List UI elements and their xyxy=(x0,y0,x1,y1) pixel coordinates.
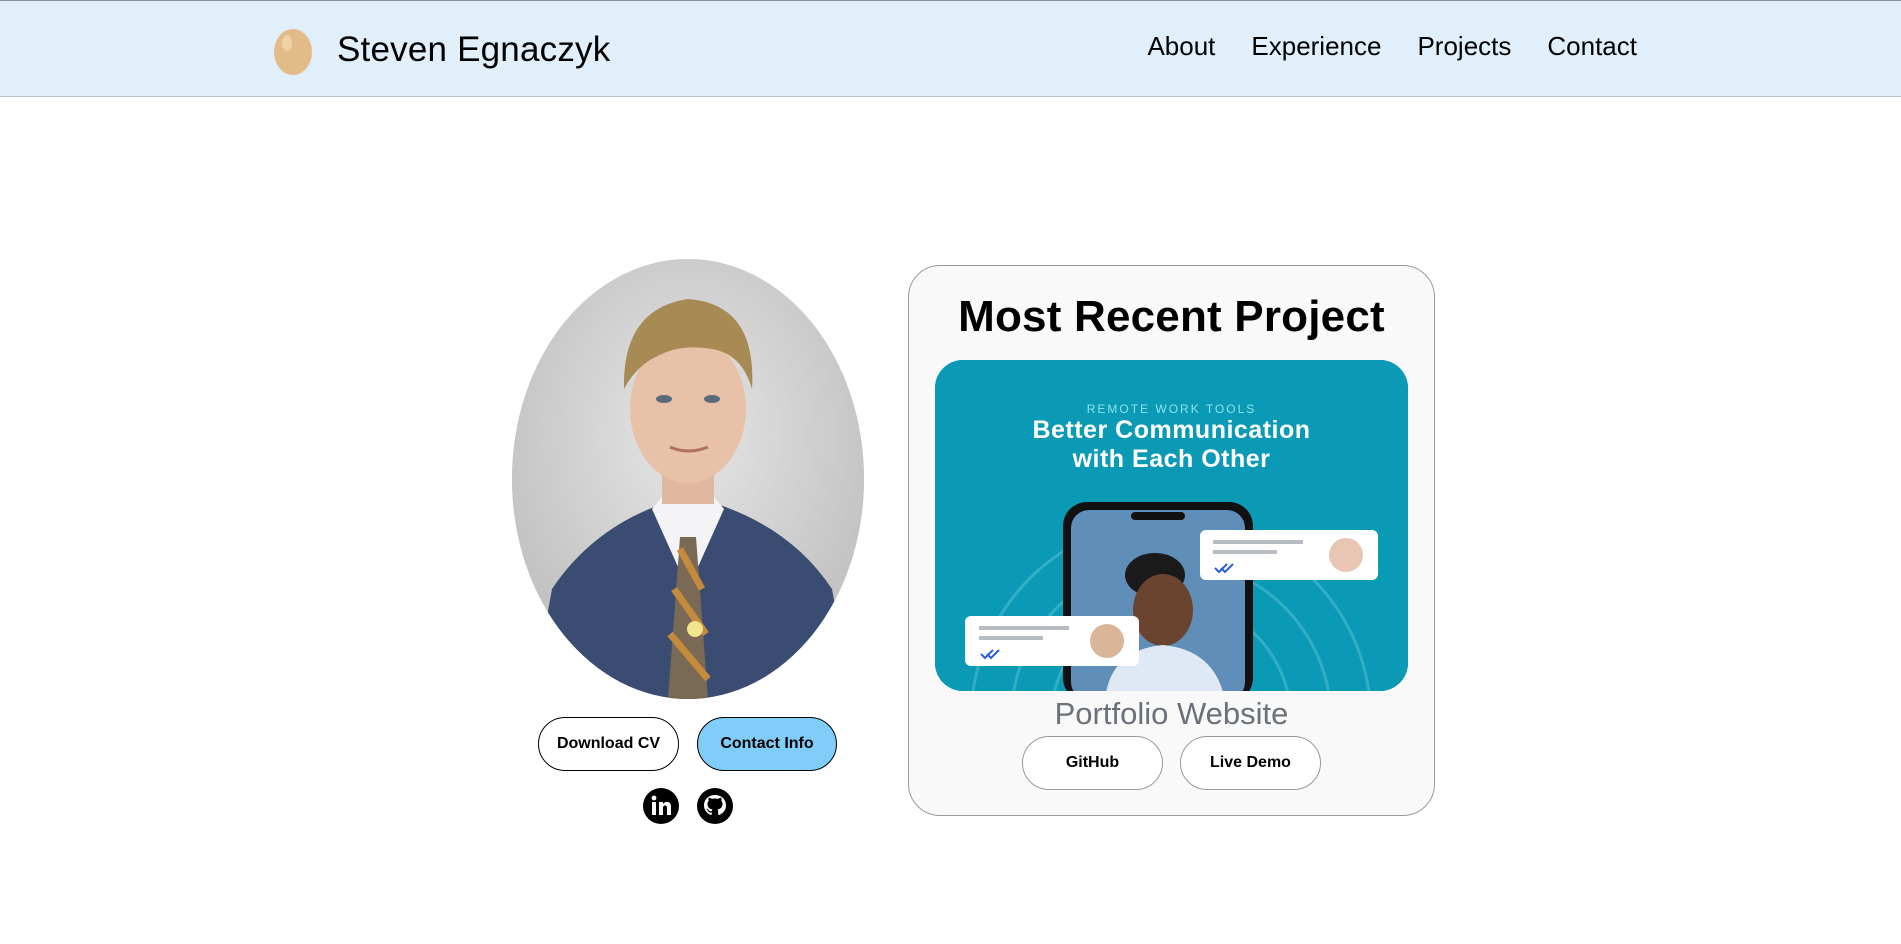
site-title: Steven Egnaczyk xyxy=(337,30,611,69)
image-headline: Better Communication with Each Other xyxy=(935,416,1408,474)
image-headline-line-2: with Each Other xyxy=(1072,445,1271,473)
linkedin-icon[interactable] xyxy=(643,788,679,824)
main-nav: About Experience Projects Contact xyxy=(1147,31,1637,62)
contact-info-button[interactable]: Contact Info xyxy=(697,717,837,771)
github-icon[interactable] xyxy=(697,788,733,824)
profile-photo xyxy=(512,259,864,699)
image-headline-line-1: Better Communication xyxy=(1032,416,1311,444)
nav-about[interactable]: About xyxy=(1147,31,1215,62)
brand[interactable]: Steven Egnaczyk xyxy=(273,25,610,75)
github-button[interactable]: GitHub xyxy=(1022,736,1163,790)
nav-projects[interactable]: Projects xyxy=(1417,31,1511,62)
project-card: Most Recent Project REMOTE WORK TOOLS Be… xyxy=(908,265,1435,816)
download-cv-button[interactable]: Download CV xyxy=(538,717,679,771)
live-demo-button[interactable]: Live Demo xyxy=(1180,736,1321,790)
egg-logo-icon xyxy=(274,29,312,75)
navbar: Steven Egnaczyk About Experience Project… xyxy=(0,0,1901,97)
project-name: Portfolio Website xyxy=(1054,696,1289,731)
nav-contact[interactable]: Contact xyxy=(1547,31,1637,62)
project-image[interactable]: REMOTE WORK TOOLS Better Communication w… xyxy=(935,360,1408,691)
project-heading: Most Recent Project xyxy=(958,292,1385,341)
image-kicker-text: REMOTE WORK TOOLS xyxy=(1086,402,1257,416)
nav-experience[interactable]: Experience xyxy=(1251,31,1381,62)
